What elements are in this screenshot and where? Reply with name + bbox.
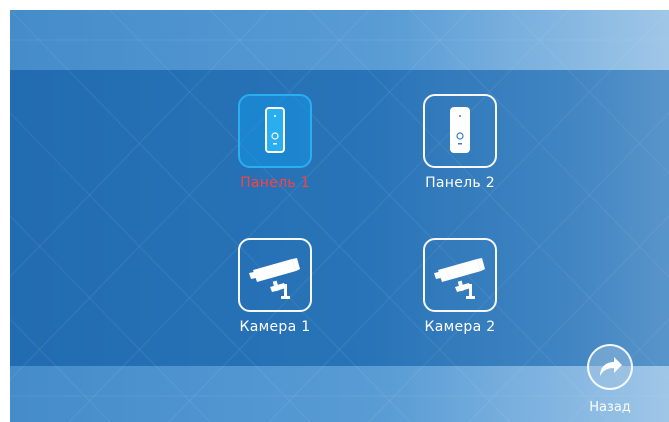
back-arrow-icon [600,357,622,376]
tile-icon-frame [238,238,312,312]
main-panel [10,70,669,366]
tile-icon-frame [238,94,312,168]
top-band [10,10,669,70]
cctv-camera-icon [434,258,485,299]
tile-icon-frame [423,94,497,168]
back-button[interactable]: Назад [582,341,642,421]
cctv-camera-icon [249,258,300,299]
tile-label: Панель 1 [240,175,310,191]
tile-label: Камера 1 [239,319,311,335]
intercom-screen: Панель 1 Панель 2 Камера 1 Камера 2 Наза… [10,10,669,422]
back-button-label: Назад [589,400,631,415]
tile-label: Панель 2 [425,175,495,191]
bottom-band [10,366,669,422]
tile-label: Камера 2 [424,319,496,335]
tile-camera-1[interactable]: Камера 1 [217,238,337,348]
door-panel-icon [450,107,470,153]
door-panel-icon [265,107,285,153]
tile-icon-frame [423,238,497,312]
tile-panel-2[interactable]: Панель 2 [402,94,522,204]
back-button-circle [587,344,633,390]
tile-camera-2[interactable]: Камера 2 [402,238,522,348]
tile-panel-1[interactable]: Панель 1 [217,94,337,204]
